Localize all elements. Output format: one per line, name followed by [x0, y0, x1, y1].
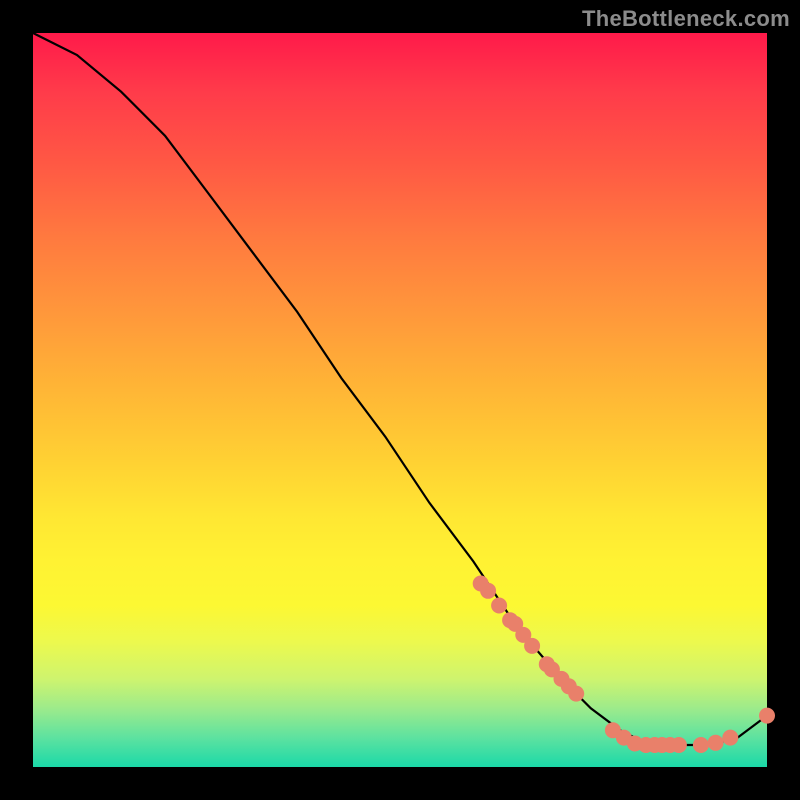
- data-point: [693, 737, 709, 753]
- watermark-text: TheBottleneck.com: [582, 6, 790, 32]
- data-point: [759, 708, 775, 724]
- data-point: [524, 638, 540, 654]
- curve-svg: [33, 33, 767, 767]
- data-point: [671, 737, 687, 753]
- curve-line: [33, 33, 767, 745]
- data-point: [480, 583, 496, 599]
- plot-area: [33, 33, 767, 767]
- data-point: [491, 598, 507, 614]
- data-point: [708, 735, 724, 751]
- data-point: [568, 686, 584, 702]
- data-point: [722, 730, 738, 746]
